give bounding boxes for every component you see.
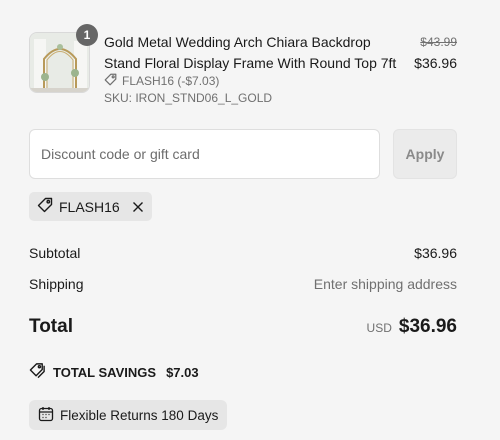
tags-icon xyxy=(29,362,46,382)
applied-code-chip: FLASH16 xyxy=(29,192,152,221)
shipping-row: Shipping Enter shipping address xyxy=(29,276,457,292)
discount-text: FLASH16 (-$7.03) xyxy=(122,74,220,88)
subtotal-row: Subtotal $36.96 xyxy=(29,245,457,261)
calendar-icon xyxy=(38,406,54,425)
subtotal-label: Subtotal xyxy=(29,245,81,261)
tag-icon xyxy=(37,197,53,216)
subtotal-value: $36.96 xyxy=(414,245,457,261)
tag-icon xyxy=(104,73,117,89)
close-icon[interactable] xyxy=(132,201,144,213)
savings-label: TOTAL SAVINGS xyxy=(53,364,157,380)
total-savings: TOTAL SAVINGS $7.03 xyxy=(29,362,199,382)
shipping-label: Shipping xyxy=(29,276,84,292)
total-amount: $36.96 xyxy=(398,316,457,337)
returns-label: Flexible Returns 180 Days xyxy=(60,407,219,423)
line-item: 1 Gold Metal Wedding Arch Chiara Backdro… xyxy=(29,24,457,109)
product-thumbnail-wrapper: 1 xyxy=(29,24,98,93)
discounted-price: $36.96 xyxy=(414,55,457,71)
original-price: $43.99 xyxy=(420,35,457,49)
total-row: Total USD $36.96 xyxy=(29,316,457,338)
shipping-value: Enter shipping address xyxy=(313,276,457,292)
apply-discount-button[interactable]: Apply xyxy=(393,129,457,179)
currency-code: USD xyxy=(366,321,392,335)
total-label: Total xyxy=(29,316,73,337)
product-prices: $43.99 $36.96 xyxy=(414,34,457,73)
discount-code-input[interactable] xyxy=(29,129,380,179)
applied-code-label: FLASH16 xyxy=(59,198,120,215)
total-amount-group: USD $36.96 xyxy=(367,316,457,338)
quantity-badge: 1 xyxy=(76,24,98,46)
product-sku: SKU: IRON_STND06_L_GOLD xyxy=(104,91,273,105)
applied-discount-line: FLASH16 (-$7.03) xyxy=(104,73,219,89)
returns-badge: Flexible Returns 180 Days xyxy=(29,400,228,430)
savings-amount: $7.03 xyxy=(166,364,199,380)
product-title: Gold Metal Wedding Arch Chiara Backdrop … xyxy=(104,34,397,71)
